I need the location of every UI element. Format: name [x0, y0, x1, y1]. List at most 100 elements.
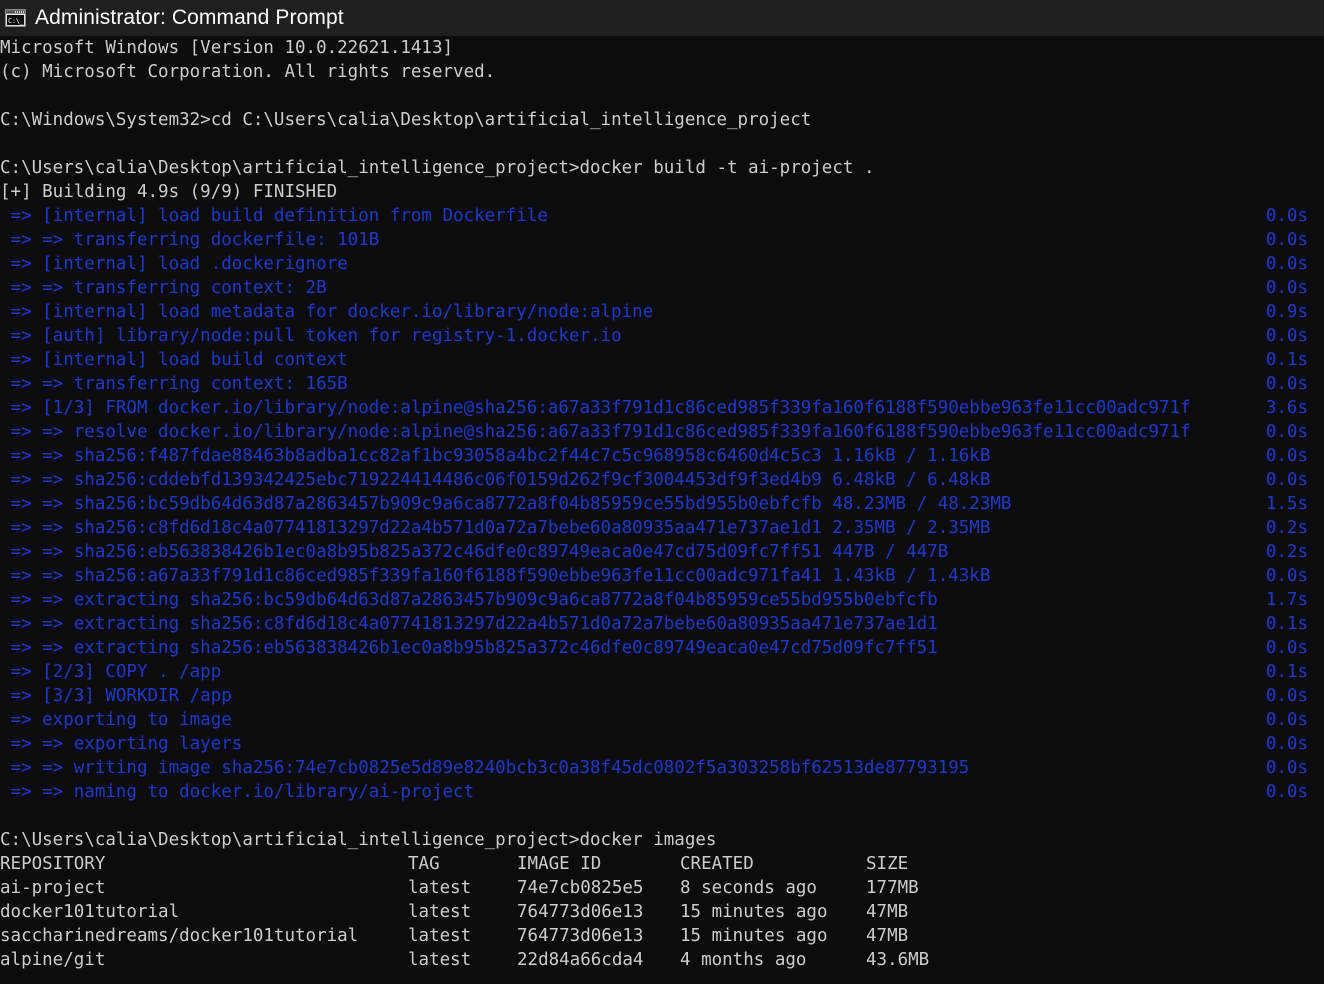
build-step-line: => => sha256:bc59db64d63d87a2863457b909c…	[0, 492, 1324, 516]
table-cell: 8 seconds ago	[680, 878, 817, 898]
build-step-line: => [internal] load build context 0.1s	[0, 348, 1324, 372]
table-header-cell: CREATED	[680, 854, 754, 874]
build-step-duration: 0.2s	[1265, 518, 1308, 538]
build-step-text: => => extracting sha256:bc59db64d63d87a2…	[0, 590, 938, 610]
build-step-text: => => extracting sha256:eb563838426b1ec0…	[0, 638, 938, 658]
build-step-text: => => extracting sha256:c8fd6d18c4a07741…	[0, 614, 938, 634]
build-step-text: => => writing image sha256:74e7cb0825e5d…	[0, 758, 970, 778]
command-text: docker images	[579, 830, 717, 850]
build-step-text: => => sha256:c8fd6d18c4a07741813297d22a4…	[0, 518, 991, 538]
build-step-duration: 0.0s	[1265, 782, 1308, 802]
table-cell: 22d84a66cda4	[517, 950, 644, 970]
cmd-icon-titlebar-decoration	[6, 10, 25, 14]
table-row: ai-project latest 74e7cb0825e5 8 seconds ag…	[0, 876, 1324, 900]
console-output-area[interactable]: Microsoft Windows [Version 10.0.22621.14…	[0, 36, 1324, 984]
build-step-duration: 0.1s	[1265, 350, 1308, 370]
build-step-duration: 0.0s	[1265, 326, 1308, 346]
build-step-text: => => sha256:cddebfd139342425ebc71922441…	[0, 470, 991, 490]
build-step-duration: 0.0s	[1265, 566, 1308, 586]
build-step-text: => => naming to docker.io/library/ai-pro…	[0, 782, 475, 802]
build-step-line: => => transferring context: 2B 0.0s	[0, 276, 1324, 300]
build-status-line: [+] Building 4.9s (9/9) FINISHED	[0, 180, 1324, 204]
build-step-text: => => sha256:f487fdae88463b8adba1cc82af1…	[0, 446, 991, 466]
build-step-duration: 0.1s	[1265, 662, 1308, 682]
build-step-line: => => sha256:c8fd6d18c4a07741813297d22a4…	[0, 516, 1324, 540]
table-header-cell: SIZE	[866, 854, 909, 874]
build-step-duration: 0.0s	[1265, 470, 1308, 490]
command-line-cd: C:\Windows\System32>cd C:\Users\calia\De…	[0, 108, 1324, 132]
build-step-text: => [1/3] FROM docker.io/library/node:alp…	[0, 398, 1191, 418]
table-cell: 15 minutes ago	[680, 902, 828, 922]
table-header-row: REPOSITORY TAG IMAGE ID CREATED SIZE	[0, 852, 1324, 876]
build-step-line: => [internal] load metadata for docker.i…	[0, 300, 1324, 324]
build-step-line: => => extracting sha256:eb563838426b1ec0…	[0, 636, 1324, 660]
build-step-duration: 0.0s	[1265, 686, 1308, 706]
build-step-duration: 0.1s	[1265, 614, 1308, 634]
build-step-line: => [internal] load build definition from…	[0, 204, 1324, 228]
prompt-path: C:\Windows\System32>	[0, 110, 211, 130]
table-cell: docker101tutorial	[0, 902, 180, 922]
build-step-line: => => sha256:f487fdae88463b8adba1cc82af1…	[0, 444, 1324, 468]
build-step-duration: 0.0s	[1265, 758, 1308, 778]
window-title: Administrator: Command Prompt	[35, 6, 344, 29]
table-cell: 74e7cb0825e5	[517, 878, 644, 898]
table-row: saccharinedreams/docker101tutorial latest…	[0, 924, 1324, 948]
build-step-duration: 0.2s	[1265, 542, 1308, 562]
table-header-cell: REPOSITORY	[0, 854, 106, 874]
build-step-line: => => sha256:eb563838426b1ec0a8b95b825a3…	[0, 540, 1324, 564]
build-step-line: => [2/3] COPY . /app 0.1s	[0, 660, 1324, 684]
build-step-text: => => transferring context: 165B	[0, 374, 348, 394]
build-step-duration: 0.0s	[1265, 446, 1308, 466]
command-line-docker-build: C:\Users\calia\Desktop\artificial_intell…	[0, 156, 1324, 180]
build-step-text: => => sha256:eb563838426b1ec0a8b95b825a3…	[0, 542, 949, 562]
table-cell: saccharinedreams/docker101tutorial	[0, 926, 359, 946]
table-header-cell: IMAGE ID	[517, 854, 602, 874]
build-step-duration: 0.0s	[1265, 422, 1308, 442]
build-step-text: => [internal] load build context	[0, 350, 348, 370]
build-step-duration: 0.0s	[1265, 710, 1308, 730]
build-step-line: => => sha256:a67a33f791d1c86ced985f339fa…	[0, 564, 1324, 588]
cmd-icon-glyph: C:\_	[7, 15, 24, 25]
build-step-duration: 0.0s	[1265, 206, 1308, 226]
build-step-line: => exporting to image 0.0s	[0, 708, 1324, 732]
build-step-duration: 0.0s	[1265, 230, 1308, 250]
build-step-duration: 0.0s	[1265, 734, 1308, 754]
table-cell: latest	[408, 950, 472, 970]
build-step-text: => => transferring dockerfile: 101B	[0, 230, 380, 250]
build-step-line: => => extracting sha256:bc59db64d63d87a2…	[0, 588, 1324, 612]
banner-text: (c) Microsoft Corporation. All rights re…	[0, 62, 496, 82]
build-step-duration: 0.0s	[1265, 278, 1308, 298]
table-row: docker101tutorial latest 764773d06e13 15 mi…	[0, 900, 1324, 924]
build-step-text: => exporting to image	[0, 710, 232, 730]
build-step-line: => => writing image sha256:74e7cb0825e5d…	[0, 756, 1324, 780]
build-step-line: => [1/3] FROM docker.io/library/node:alp…	[0, 396, 1324, 420]
table-cell: 764773d06e13	[517, 902, 644, 922]
table-row: alpine/git latest 22d84a66cda4 4 months ago…	[0, 948, 1324, 972]
build-step-line: => => transferring context: 165B 0.0s	[0, 372, 1324, 396]
table-cell: 43.6MB	[866, 950, 930, 970]
build-step-text: => [internal] load build definition from…	[0, 206, 548, 226]
table-cell: alpine/git	[0, 950, 106, 970]
table-header-cell: TAG	[408, 854, 440, 874]
command-line-docker-images: C:\Users\calia\Desktop\artificial_intell…	[0, 828, 1324, 852]
banner-line: Microsoft Windows [Version 10.0.22621.14…	[0, 36, 1324, 60]
table-cell: 177MB	[866, 878, 919, 898]
table-cell: 4 months ago	[680, 950, 807, 970]
table-cell: ai-project	[0, 878, 106, 898]
cmd-icon[interactable]: C:\_	[5, 9, 26, 27]
build-step-text: => [2/3] COPY . /app	[0, 662, 222, 682]
prompt-path: C:\Users\calia\Desktop\artificial_intell…	[0, 830, 580, 850]
banner-text: Microsoft Windows [Version 10.0.22621.14…	[0, 38, 454, 58]
table-cell: latest	[408, 902, 472, 922]
prompt-path: C:\Users\calia\Desktop\artificial_intell…	[0, 158, 580, 178]
build-step-line: => => extracting sha256:c8fd6d18c4a07741…	[0, 612, 1324, 636]
build-step-duration: 3.6s	[1265, 398, 1308, 418]
build-step-text: => [internal] load metadata for docker.i…	[0, 302, 654, 322]
build-step-text: => [auth] library/node:pull token for re…	[0, 326, 622, 346]
build-step-line: => [internal] load .dockerignore 0.0s	[0, 252, 1324, 276]
title-bar[interactable]: C:\_ Administrator: Command Prompt	[0, 0, 1324, 36]
build-step-duration: 1.7s	[1265, 590, 1308, 610]
build-step-line: => => transferring dockerfile: 101B 0.0s	[0, 228, 1324, 252]
build-step-duration: 1.5s	[1265, 494, 1308, 514]
